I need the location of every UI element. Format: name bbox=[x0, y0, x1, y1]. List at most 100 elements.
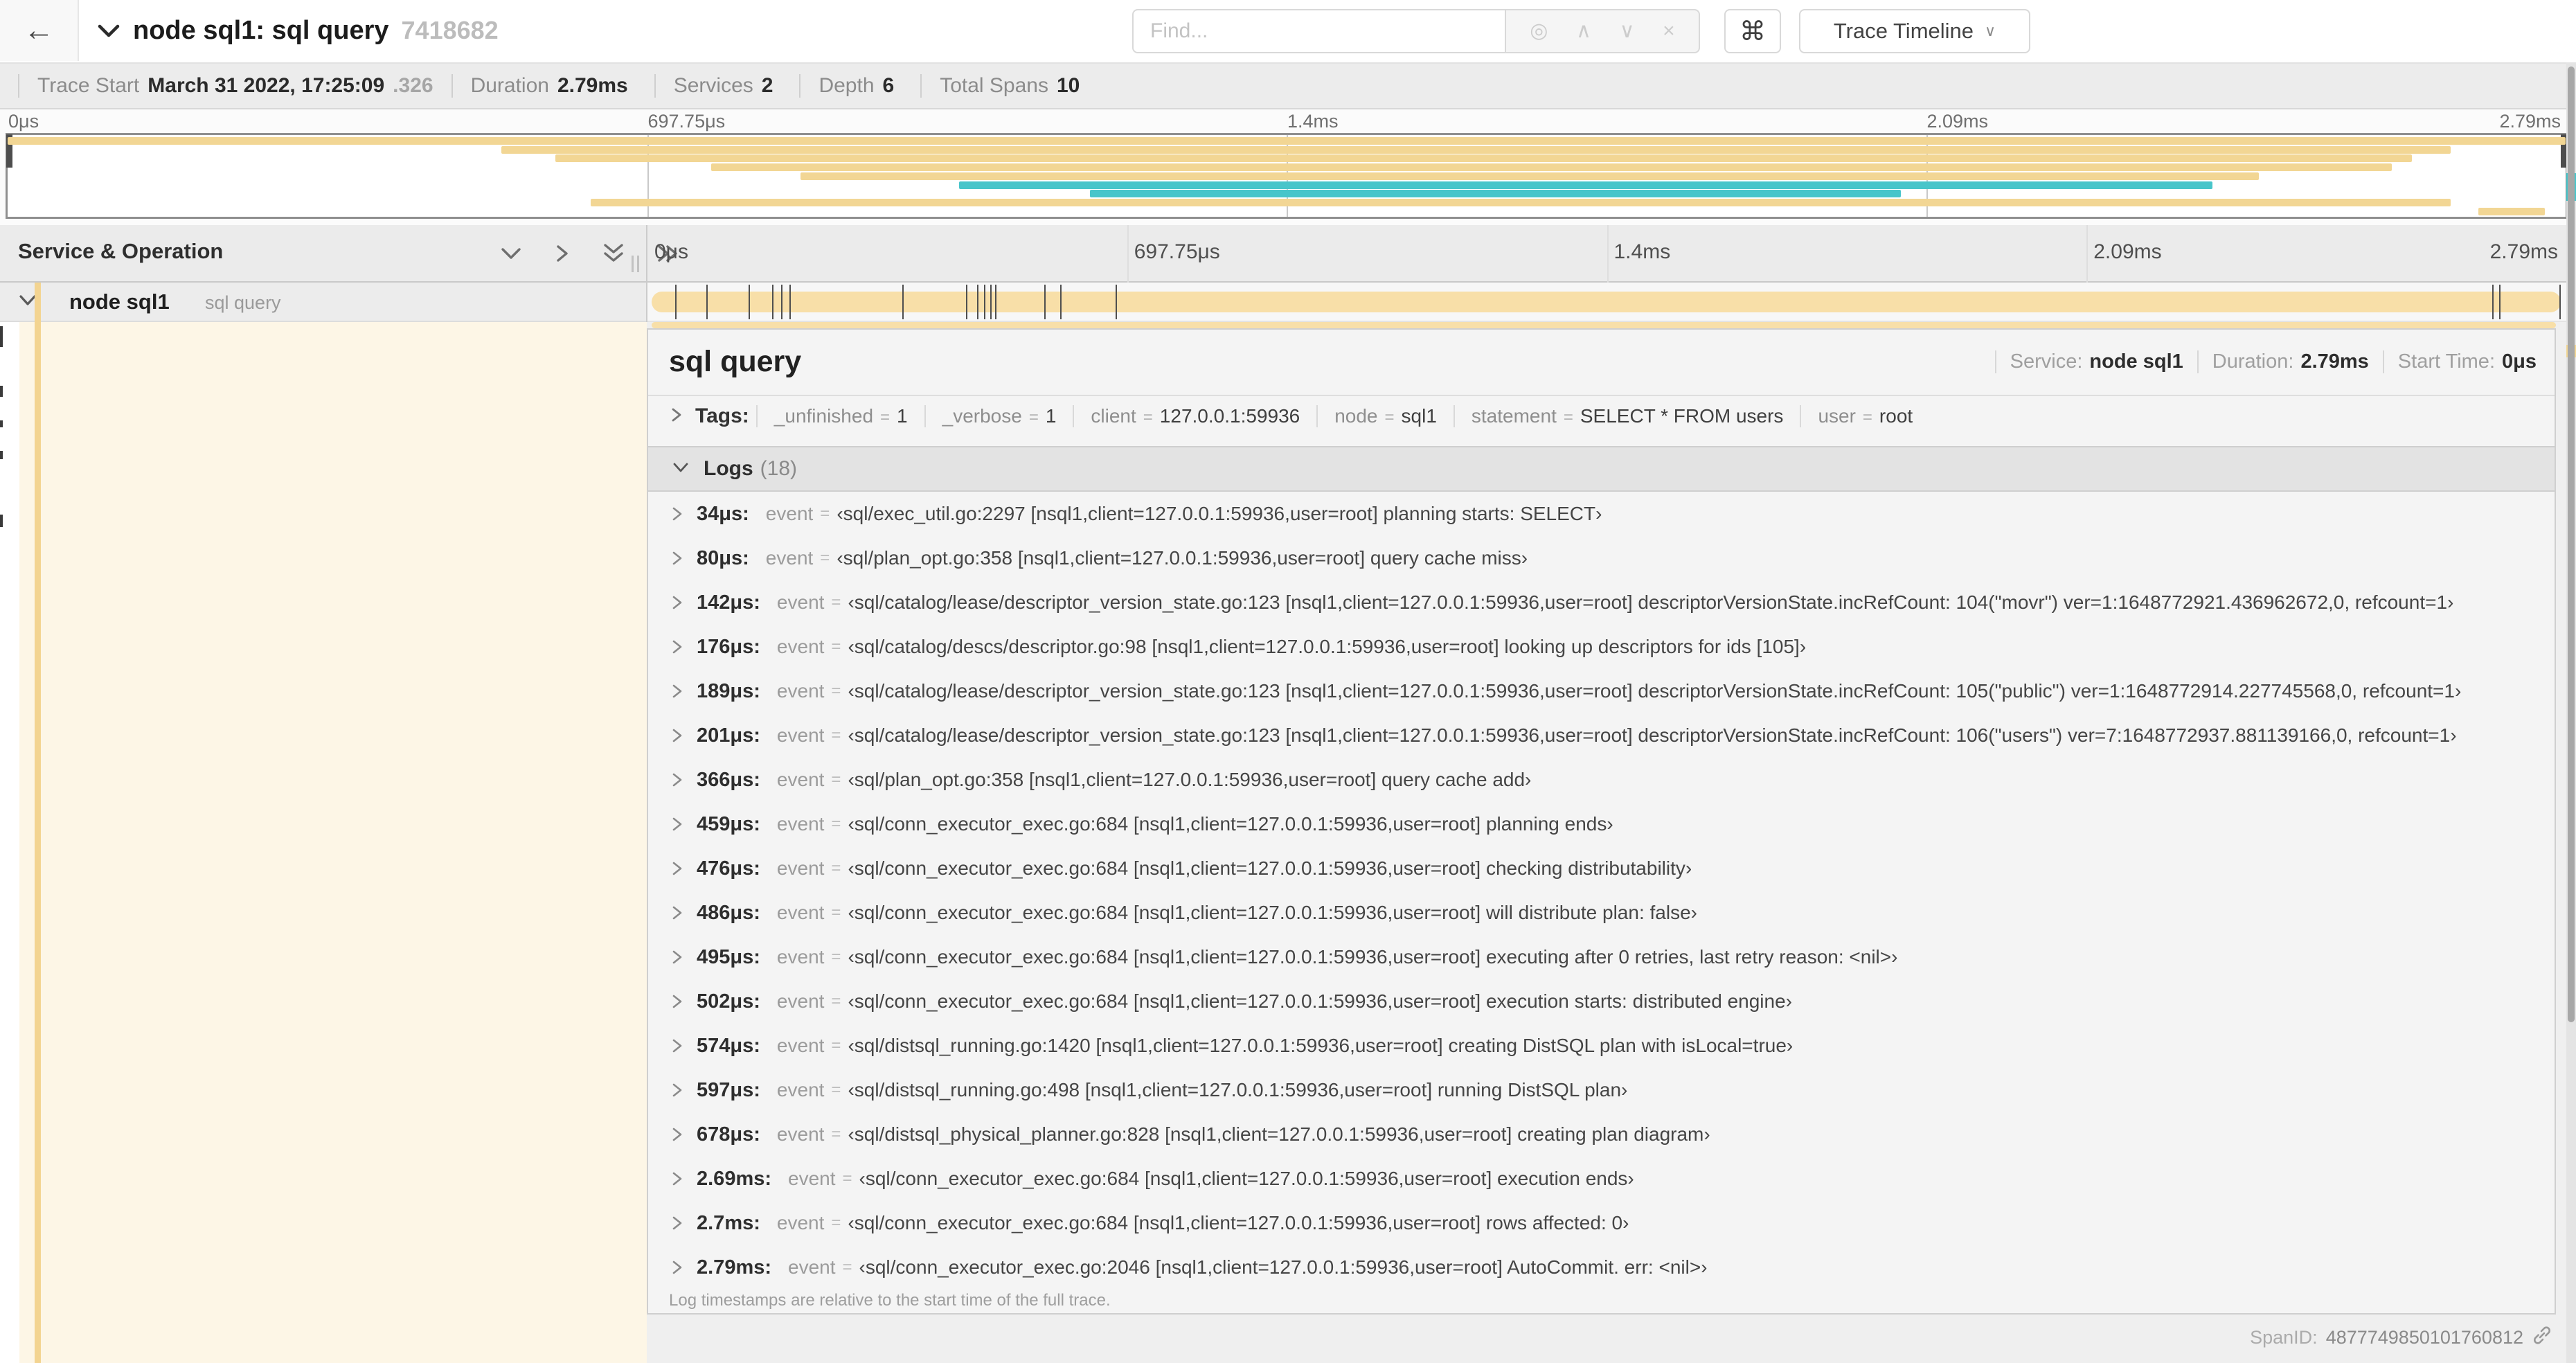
span-duration-bar[interactable] bbox=[652, 292, 2561, 312]
log-field-value: ‹sql/conn_executor_exec.go:684 [nsql1,cl… bbox=[848, 1212, 1629, 1233]
find-input[interactable] bbox=[1132, 9, 1505, 53]
log-tick-mark bbox=[984, 285, 986, 319]
child-span-bar-partial[interactable] bbox=[652, 322, 2556, 328]
logs-count: (18) bbox=[760, 457, 798, 480]
log-timestamp: 502μs: bbox=[697, 990, 760, 1013]
log-entry[interactable]: 495μs: event = ‹sql/conn_executor_exec.g… bbox=[648, 935, 2555, 979]
back-button[interactable]: ← bbox=[0, 0, 79, 61]
overview-item: Duration: 2.79ms bbox=[2197, 350, 2383, 373]
log-timestamp: 495μs: bbox=[697, 945, 760, 968]
log-field-value: ‹sql/catalog/lease/descriptor_version_st… bbox=[848, 591, 2454, 613]
log-field-key: event bbox=[776, 1035, 825, 1056]
span-operation-name[interactable]: sql query bbox=[205, 292, 281, 314]
chevron-right-icon bbox=[670, 550, 684, 567]
log-timestamp: 2.79ms: bbox=[697, 1256, 772, 1279]
tag-value: root bbox=[1879, 405, 1913, 427]
summary-item: Trace Start March 31 2022, 17:25:09 .326 bbox=[18, 74, 451, 98]
trace-minimap: 0μs 697.75μs 1.4ms 2.09ms 2.79ms bbox=[0, 109, 2576, 225]
log-field-key: event bbox=[776, 680, 825, 702]
span-detail-panel: sql query Service: node sql1 Duration: 2… bbox=[647, 328, 2556, 1315]
logs-footnote: Log timestamps are relative to the start… bbox=[669, 1291, 1111, 1310]
tag-item: statement = SELECT * FROM users bbox=[1453, 405, 1800, 427]
summary-value: March 31 2022, 17:25:09 bbox=[147, 74, 385, 97]
equals-sign: = bbox=[831, 859, 841, 878]
summary-item: Depth 6 bbox=[799, 74, 920, 98]
minimap-canvas[interactable] bbox=[6, 133, 2568, 219]
minimap-span bbox=[2478, 207, 2546, 215]
expand-one-level-icon[interactable] bbox=[499, 244, 524, 263]
summary-item: Duration 2.79ms bbox=[451, 74, 654, 98]
locate-icon[interactable]: ◎ bbox=[1530, 21, 1548, 42]
ruler-tick-label: 2.09ms bbox=[2093, 240, 2162, 263]
log-field-value: ‹sql/exec_util.go:2297 [nsql1,client=127… bbox=[837, 503, 1602, 524]
log-field-key: event bbox=[776, 946, 825, 968]
log-field-key: event bbox=[776, 902, 825, 923]
span-service-name[interactable]: node sql1 bbox=[69, 289, 170, 314]
log-entry[interactable]: 574μs: event = ‹sql/distsql_running.go:1… bbox=[648, 1024, 2555, 1068]
chevron-right-icon bbox=[670, 683, 684, 700]
log-entry[interactable]: 176μs: event = ‹sql/catalog/descs/descri… bbox=[648, 625, 2555, 669]
expand-all-icon[interactable] bbox=[601, 242, 626, 265]
log-field-value: ‹sql/conn_executor_exec.go:684 [nsql1,cl… bbox=[848, 990, 1792, 1012]
detail-overview: Service: node sql1 Duration: 2.79ms Star… bbox=[1994, 350, 2537, 373]
log-entry[interactable]: 142μs: event = ‹sql/catalog/lease/descri… bbox=[648, 580, 2555, 625]
chevron-right-icon bbox=[670, 727, 684, 744]
span-row-name-cell[interactable]: node sql1 sql query bbox=[0, 283, 646, 322]
log-timestamp: 459μs: bbox=[697, 812, 760, 835]
collapse-trace-chevron-icon[interactable] bbox=[97, 22, 120, 39]
log-entry[interactable]: 486μs: event = ‹sql/conn_executor_exec.g… bbox=[648, 891, 2555, 935]
collapse-one-level-icon[interactable] bbox=[553, 242, 572, 265]
keyboard-shortcuts-button[interactable]: ⌘ bbox=[1724, 9, 1781, 53]
log-entry[interactable]: 189μs: event = ‹sql/catalog/lease/descri… bbox=[648, 669, 2555, 713]
next-match-icon[interactable]: ∨ bbox=[1620, 21, 1635, 42]
overview-item: Start Time: 0μs bbox=[2382, 350, 2537, 373]
back-arrow-icon: ← bbox=[24, 13, 54, 47]
log-field-value: ‹sql/catalog/lease/descriptor_version_st… bbox=[848, 680, 2462, 702]
column-resize-grip[interactable] bbox=[632, 256, 639, 272]
equals-sign: = bbox=[820, 504, 830, 523]
log-field-value: ‹sql/conn_executor_exec.go:684 [nsql1,cl… bbox=[848, 902, 1697, 923]
prev-match-icon[interactable]: ∧ bbox=[1576, 21, 1591, 42]
service-operation-header: Service & Operation bbox=[18, 239, 224, 263]
vertical-scrollbar[interactable] bbox=[2566, 62, 2576, 1363]
log-timestamp: 80μs: bbox=[697, 546, 749, 569]
summary-label: Services bbox=[673, 74, 753, 97]
summary-value: 2 bbox=[761, 74, 773, 97]
tags-section-toggle[interactable]: Tags: _unfinished = 1 _verbose = 1 clien… bbox=[648, 396, 2555, 436]
log-entry[interactable]: 366μs: event = ‹sql/plan_opt.go:358 [nsq… bbox=[648, 758, 2555, 802]
log-entry[interactable]: 2.79ms: event = ‹sql/conn_executor_exec.… bbox=[648, 1245, 2555, 1290]
logs-section-toggle[interactable]: Logs (18) bbox=[648, 446, 2555, 492]
log-timestamp: 189μs: bbox=[697, 679, 760, 702]
trace-view-select[interactable]: Trace Timeline ∨ bbox=[1799, 9, 2030, 53]
chevron-right-icon bbox=[670, 1215, 684, 1231]
overview-label: Duration: bbox=[2212, 350, 2294, 373]
log-entry[interactable]: 459μs: event = ‹sql/conn_executor_exec.g… bbox=[648, 802, 2555, 846]
copy-link-icon[interactable] bbox=[2532, 1325, 2552, 1351]
log-entry[interactable]: 476μs: event = ‹sql/conn_executor_exec.g… bbox=[648, 846, 2555, 891]
log-tick-mark bbox=[2559, 285, 2561, 319]
log-tick-mark bbox=[706, 285, 708, 319]
log-tick-mark bbox=[1059, 285, 1062, 319]
overview-value: 2.79ms bbox=[2300, 350, 2369, 373]
minimap-span bbox=[591, 198, 2451, 206]
log-entry[interactable]: 2.7ms: event = ‹sql/conn_executor_exec.g… bbox=[648, 1201, 2555, 1245]
ruler-tick-label: 0μs bbox=[654, 240, 688, 263]
log-entry[interactable]: 678μs: event = ‹sql/distsql_physical_pla… bbox=[648, 1112, 2555, 1157]
log-timestamp: 2.69ms: bbox=[697, 1167, 772, 1190]
log-entry[interactable]: 597μs: event = ‹sql/distsql_running.go:4… bbox=[648, 1068, 2555, 1112]
scrollbar-thumb[interactable] bbox=[2568, 66, 2575, 1022]
tag-value: 127.0.0.1:59936 bbox=[1159, 405, 1300, 427]
log-entry[interactable]: 201μs: event = ‹sql/catalog/lease/descri… bbox=[648, 713, 2555, 758]
chevron-right-icon bbox=[670, 639, 684, 655]
log-entry[interactable]: 502μs: event = ‹sql/conn_executor_exec.g… bbox=[648, 979, 2555, 1024]
chevron-right-icon bbox=[670, 506, 684, 522]
equals-sign: = bbox=[1143, 408, 1153, 427]
log-tick-mark bbox=[2492, 285, 2494, 319]
log-entry[interactable]: 34μs: event = ‹sql/exec_util.go:2297 [ns… bbox=[648, 492, 2555, 536]
log-entry[interactable]: 2.69ms: event = ‹sql/conn_executor_exec.… bbox=[648, 1157, 2555, 1201]
equals-sign: = bbox=[831, 593, 841, 612]
clear-find-icon[interactable]: × bbox=[1663, 21, 1675, 42]
log-tick-mark bbox=[2499, 285, 2501, 319]
log-entry[interactable]: 80μs: event = ‹sql/plan_opt.go:358 [nsql… bbox=[648, 536, 2555, 580]
equals-sign: = bbox=[831, 1125, 841, 1143]
